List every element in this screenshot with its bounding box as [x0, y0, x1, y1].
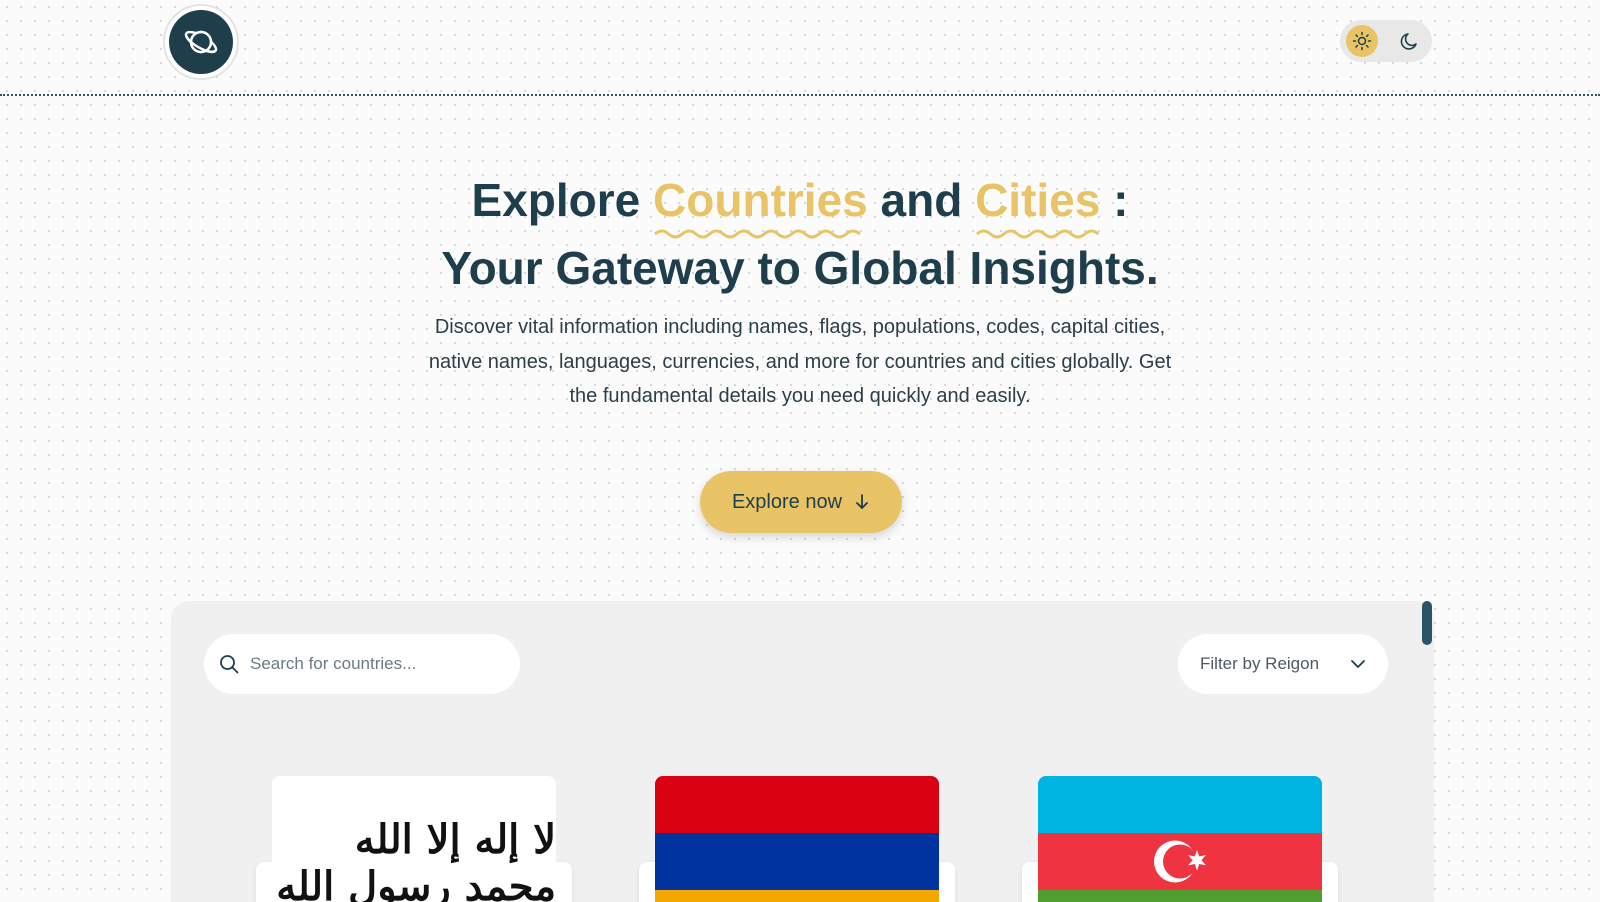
hero-title-line-2: Your Gateway to Global Insights. — [441, 242, 1159, 294]
moon-icon[interactable] — [1394, 25, 1426, 57]
hero-title-line-1: Explore Countries and Cities : — [0, 166, 1600, 239]
afghanistan-flag-text: لا إله إلا الله محمد رسول الله — [276, 816, 556, 902]
squiggle-underline — [976, 229, 1100, 239]
title-word-explore: Explore — [471, 174, 641, 226]
header — [0, 0, 1600, 96]
arrow-down-icon — [856, 494, 868, 509]
search-icon — [220, 655, 239, 674]
afghanistan-flag: لا إله إلا الله محمد رسول الله — [272, 776, 556, 902]
search-input[interactable] — [250, 654, 490, 674]
flag-stripe — [1038, 776, 1322, 833]
hero-description: Discover vital information including nam… — [428, 316, 1172, 407]
squiggle-underline — [654, 229, 861, 239]
title-accent-countries-text: Countries — [653, 174, 868, 226]
crescent-star-icon — [1154, 840, 1206, 883]
title-accent-countries: Countries — [653, 166, 868, 239]
planet-icon — [169, 10, 233, 74]
search-box[interactable] — [204, 634, 520, 694]
flag-stripe — [1038, 833, 1322, 890]
title-accent-cities-text: Cities — [975, 174, 1101, 226]
flag-stripe — [1038, 890, 1322, 902]
explore-now-label: Explore now — [731, 490, 843, 513]
theme-toggle[interactable] — [1340, 20, 1432, 62]
explore-now-button[interactable]: Explore now — [700, 471, 902, 533]
flag-stripe — [655, 890, 939, 902]
azerbaijan-flag — [1038, 776, 1322, 902]
armenia-flag — [655, 776, 939, 902]
title-word-and: and — [880, 174, 963, 226]
flag-stripe — [655, 776, 939, 833]
flag-stripe — [655, 833, 939, 890]
title-colon: : — [1113, 174, 1129, 226]
title-accent-cities: Cities — [975, 166, 1101, 239]
chevron-down-icon — [1351, 660, 1365, 668]
region-filter-dropdown[interactable]: Filter by Reigon — [1178, 634, 1388, 694]
logo[interactable] — [163, 4, 239, 80]
hero-title: Explore Countries and Cities : Your Gate… — [0, 166, 1600, 302]
sun-icon[interactable] — [1346, 25, 1378, 57]
scrollbar-thumb[interactable] — [1422, 601, 1432, 645]
region-filter-label: Filter by Reigon — [1200, 654, 1320, 673]
